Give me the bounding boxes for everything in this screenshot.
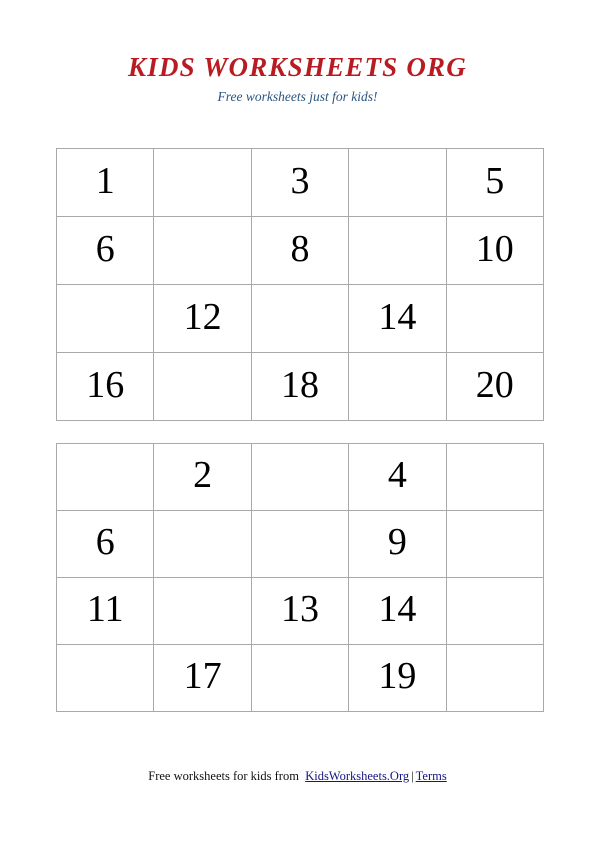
grid-cell[interactable]	[250, 443, 350, 511]
footer-link-terms[interactable]: Terms	[416, 769, 447, 783]
grid-cell[interactable]	[250, 510, 350, 578]
grid-cell[interactable]	[153, 216, 252, 285]
grid-cell[interactable]: 13	[250, 577, 350, 645]
page-header: KIDS WORKSHEETS ORG Free worksheets just…	[0, 52, 595, 106]
page-tagline: Free worksheets just for kids!	[217, 89, 378, 104]
grid-cell[interactable]	[55, 443, 155, 511]
grid-cell[interactable]: 1	[55, 148, 155, 217]
grid-cell[interactable]	[153, 577, 252, 645]
grid-cell[interactable]	[348, 216, 447, 285]
grid-cell[interactable]: 19	[348, 644, 447, 712]
grid-cell[interactable]	[153, 352, 252, 421]
grid-cell[interactable]: 14	[348, 577, 447, 645]
grid-cell[interactable]	[250, 644, 350, 712]
page-title: KIDS WORKSHEETS ORG	[128, 52, 467, 82]
table-row: 12 14	[55, 284, 544, 353]
grid-cell[interactable]	[348, 352, 447, 421]
grid-cell[interactable]: 2	[153, 443, 252, 511]
grid-cell[interactable]	[153, 148, 252, 217]
grid-cell[interactable]: 12	[153, 284, 252, 353]
grid-cell[interactable]	[445, 510, 544, 578]
grid-cell[interactable]: 18	[250, 352, 350, 421]
grid-cell[interactable]	[348, 148, 447, 217]
table-row: 11 13 14	[55, 577, 544, 645]
table-row: 16 18 20	[55, 352, 544, 421]
footer-link-site[interactable]: KidsWorksheets.Org	[305, 769, 409, 783]
grid-cell[interactable]	[445, 644, 544, 712]
grid-cell[interactable]: 6	[55, 216, 155, 285]
grid-cell[interactable]	[153, 510, 252, 578]
footer-text: Free worksheets for kids from	[148, 769, 299, 783]
grid-cell[interactable]: 11	[55, 577, 155, 645]
grid-cell[interactable]: 9	[348, 510, 447, 578]
grid-cell[interactable]: 8	[250, 216, 350, 285]
grid-cell[interactable]: 14	[348, 284, 447, 353]
grid-cell[interactable]: 20	[445, 352, 544, 421]
grid-cell[interactable]	[250, 284, 350, 353]
grid-cell[interactable]: 17	[153, 644, 252, 712]
table-row: 2 4	[55, 443, 544, 511]
table-row: 6 9	[55, 510, 544, 578]
grid-cell[interactable]: 5	[445, 148, 544, 217]
grid-cell[interactable]: 4	[348, 443, 447, 511]
grid-cell[interactable]	[55, 644, 155, 712]
grid-cell[interactable]: 3	[250, 148, 350, 217]
table-row: 17 19	[55, 644, 544, 712]
worksheet-grid-2: 2 4 6 9 11 13 14 17 19	[55, 443, 544, 712]
grid-cell[interactable]	[445, 577, 544, 645]
table-row: 6 8 10	[55, 216, 544, 285]
grid-cell[interactable]: 16	[55, 352, 155, 421]
grid-cell[interactable]	[445, 443, 544, 511]
grid-cell[interactable]: 10	[445, 216, 544, 285]
page-footer: Free worksheets for kids from KidsWorksh…	[0, 768, 595, 784]
grid-cell[interactable]: 6	[55, 510, 155, 578]
grid-cell[interactable]	[55, 284, 155, 353]
worksheet-page: KIDS WORKSHEETS ORG Free worksheets just…	[0, 0, 595, 842]
worksheet-grid-1: 1 3 5 6 8 10 12 14 16 18 20	[55, 148, 544, 421]
grid-cell[interactable]	[445, 284, 544, 353]
table-row: 1 3 5	[55, 148, 544, 217]
